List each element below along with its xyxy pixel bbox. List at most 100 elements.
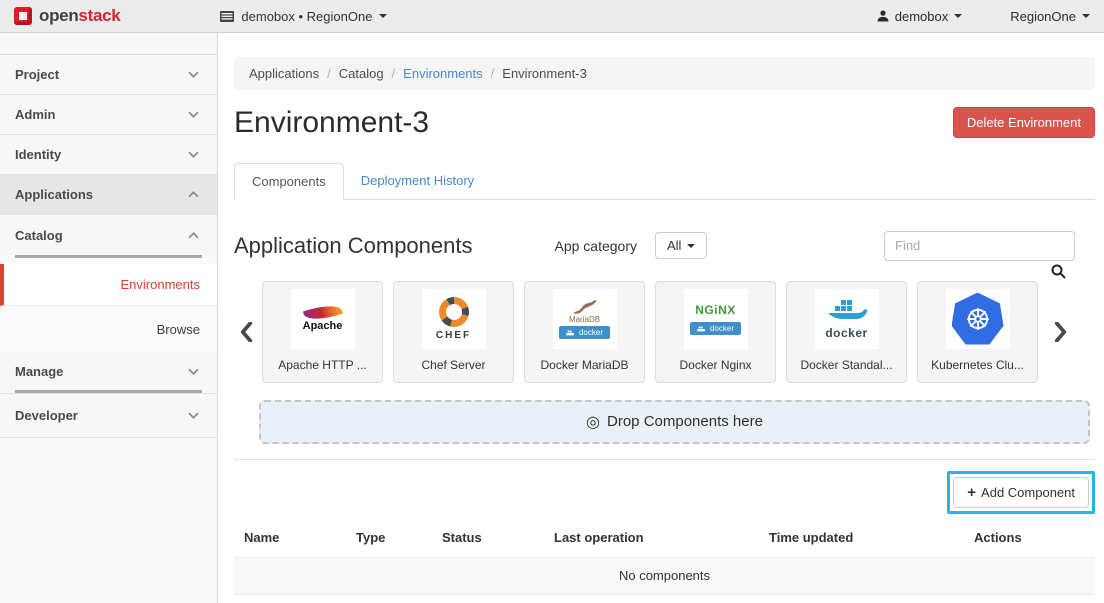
breadcrumb-catalog: Catalog bbox=[339, 66, 384, 81]
components-heading: Application Components bbox=[234, 233, 472, 259]
app-card-apache[interactable]: Apache Apache HTTP ... bbox=[262, 281, 383, 383]
page-header: Environment-3 Delete Environment bbox=[234, 107, 1095, 139]
sidebar-item-manage[interactable]: Manage bbox=[0, 352, 217, 390]
docker-logo-text: docker bbox=[825, 326, 867, 340]
breadcrumb-current: Environment-3 bbox=[502, 66, 587, 81]
sidebar-item-browse[interactable]: Browse bbox=[0, 306, 217, 352]
region-menu[interactable]: RegionOne bbox=[1010, 9, 1090, 24]
docker-whale-icon bbox=[697, 325, 707, 332]
caret-down-icon bbox=[379, 14, 387, 18]
app-category-dropdown[interactable]: All bbox=[655, 232, 707, 259]
app-card-docker-standalone[interactable]: docker Docker Standal... bbox=[786, 281, 907, 383]
sidebar: Project Admin Identity Applications Cata… bbox=[0, 33, 218, 603]
sidebar-item-label: Project bbox=[15, 67, 59, 82]
project-context-switcher[interactable]: demobox • RegionOne bbox=[220, 9, 387, 24]
app-card-label: Docker Nginx bbox=[679, 358, 751, 372]
carousel-prev-button[interactable] bbox=[234, 281, 258, 383]
nginx-logo: NGiNX docker bbox=[684, 289, 748, 349]
find-input[interactable] bbox=[884, 231, 1075, 261]
sidebar-item-developer[interactable]: Developer bbox=[0, 393, 217, 438]
chevron-right-icon bbox=[1054, 322, 1067, 342]
sidebar-item-label: Developer bbox=[15, 408, 78, 423]
dropzone-text: Drop Components here bbox=[607, 413, 763, 430]
breadcrumb-separator bbox=[319, 66, 339, 81]
column-header-name: Name bbox=[234, 519, 346, 558]
add-component-label: Add Component bbox=[981, 485, 1075, 500]
column-header-type: Type bbox=[346, 519, 432, 558]
column-header-time-updated: Time updated bbox=[759, 519, 964, 558]
openstack-logo[interactable]: openstack bbox=[14, 6, 120, 26]
drop-target-icon bbox=[586, 412, 600, 432]
app-card-chef[interactable]: CHEF Chef Server bbox=[393, 281, 514, 383]
app-card-label: Docker Standal... bbox=[800, 358, 892, 372]
top-right-menus: demobox RegionOne bbox=[877, 9, 1090, 24]
search-icon[interactable] bbox=[1051, 264, 1066, 279]
docker-badge-text: docker bbox=[579, 328, 603, 337]
components-carousel: Apache Apache HTTP ... CHEF Chef Server … bbox=[234, 281, 1095, 383]
top-bar: openstack demobox • RegionOne demobox Re… bbox=[0, 0, 1104, 33]
sidebar-item-catalog[interactable]: Catalog bbox=[0, 215, 217, 255]
app-card-label: Kubernetes Clu... bbox=[931, 358, 1024, 372]
breadcrumb: Applications Catalog Environments Enviro… bbox=[234, 57, 1095, 90]
sidebar-item-environments[interactable]: Environments bbox=[0, 264, 217, 306]
list-icon bbox=[220, 11, 234, 22]
breadcrumb-environments-link[interactable]: Environments bbox=[403, 66, 482, 81]
sidebar-item-label: Applications bbox=[15, 187, 93, 202]
chevron-down-icon bbox=[188, 368, 199, 375]
app-category-value: All bbox=[667, 238, 681, 253]
delete-environment-button[interactable]: Delete Environment bbox=[953, 107, 1095, 138]
app-card-docker-nginx[interactable]: NGiNX docker Docker Nginx bbox=[655, 281, 776, 383]
tab-components[interactable]: Components bbox=[234, 163, 344, 200]
caret-down-icon bbox=[954, 14, 962, 18]
table-header-row: Name Type Status Last operation Time upd… bbox=[234, 519, 1095, 558]
tab-deployment-history[interactable]: Deployment History bbox=[344, 163, 491, 199]
breadcrumb-separator bbox=[384, 66, 404, 81]
chevron-down-icon bbox=[188, 151, 199, 158]
main-content: Applications Catalog Environments Enviro… bbox=[218, 33, 1104, 603]
chevron-down-icon bbox=[188, 111, 199, 118]
page-title: Environment-3 bbox=[234, 107, 429, 139]
mariadb-logo: MariaDB docker bbox=[553, 289, 617, 349]
app-card-kubernetes[interactable]: Kubernetes Clu... bbox=[917, 281, 1038, 383]
highlight-box: Add Component bbox=[947, 471, 1095, 514]
logo-stack-text: stack bbox=[78, 6, 120, 25]
empty-row: No components bbox=[234, 557, 1095, 594]
mariadb-seal-icon bbox=[571, 299, 599, 314]
breadcrumb-separator bbox=[483, 66, 503, 81]
chevron-up-icon bbox=[188, 232, 199, 239]
sidebar-item-label: Manage bbox=[15, 364, 63, 379]
chef-logo-text: CHEF bbox=[436, 330, 471, 341]
sidebar-item-project[interactable]: Project bbox=[0, 55, 217, 95]
drop-components-zone[interactable]: Drop Components here bbox=[259, 400, 1090, 444]
app-card-label: Chef Server bbox=[421, 358, 485, 372]
openstack-logo-text: openstack bbox=[39, 6, 120, 26]
docker-badge-text: docker bbox=[710, 324, 734, 333]
context-label: demobox • RegionOne bbox=[241, 9, 372, 24]
components-table: Name Type Status Last operation Time upd… bbox=[234, 519, 1095, 595]
docker-badge: docker bbox=[559, 326, 610, 339]
user-menu[interactable]: demobox bbox=[877, 9, 962, 24]
add-component-row: Add Component bbox=[234, 471, 1095, 514]
add-component-button[interactable]: Add Component bbox=[953, 477, 1089, 508]
kubernetes-heptagon-icon bbox=[952, 293, 1004, 345]
mariadb-logo-text: MariaDB bbox=[569, 315, 600, 324]
docker-logo: docker bbox=[815, 289, 879, 349]
kubernetes-logo bbox=[946, 289, 1010, 349]
caret-down-icon bbox=[1082, 14, 1090, 18]
app-card-docker-mariadb[interactable]: MariaDB docker Docker MariaDB bbox=[524, 281, 645, 383]
user-menu-label: demobox bbox=[895, 9, 948, 24]
empty-state-text: No components bbox=[234, 557, 1095, 594]
chevron-left-icon bbox=[240, 322, 253, 342]
app-card-label: Apache HTTP ... bbox=[278, 358, 366, 372]
sidebar-item-label: Environments bbox=[121, 277, 200, 292]
sidebar-item-identity[interactable]: Identity bbox=[0, 135, 217, 175]
sidebar-item-admin[interactable]: Admin bbox=[0, 95, 217, 135]
chef-ring-icon bbox=[439, 297, 469, 327]
app-cards: Apache Apache HTTP ... CHEF Chef Server … bbox=[262, 281, 1038, 383]
carousel-next-button[interactable] bbox=[1048, 281, 1072, 383]
docker-whale-icon bbox=[566, 329, 576, 336]
sidebar-item-label: Admin bbox=[15, 107, 55, 122]
sidebar-item-applications[interactable]: Applications bbox=[0, 175, 217, 215]
search-row bbox=[234, 264, 1095, 280]
openstack-logo-icon bbox=[14, 7, 32, 25]
